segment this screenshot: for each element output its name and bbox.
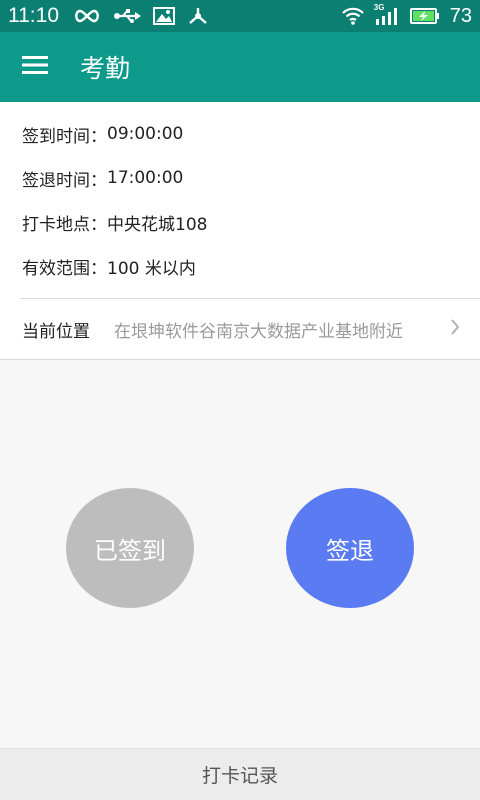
current-position-value: 在垠坤软件谷南京大数据产业基地附近 bbox=[114, 321, 403, 342]
battery-percent: 73 bbox=[449, 4, 472, 27]
current-position-label: 当前位置 bbox=[22, 321, 90, 342]
sign-out-button[interactable]: 签退 bbox=[286, 488, 414, 608]
wifi-icon bbox=[341, 7, 364, 25]
divider bbox=[0, 359, 480, 360]
clock-location-value: 中央花城108 bbox=[107, 214, 208, 235]
infinity-icon bbox=[73, 9, 101, 23]
status-system-icons: 3G 73 bbox=[341, 3, 472, 28]
valid-range-label: 有效范围： bbox=[22, 258, 107, 279]
sign-in-time-row: 签到时间： 09:00:00 bbox=[0, 112, 480, 156]
sign-in-time-value: 09:00:00 bbox=[107, 124, 184, 144]
chevron-right-icon bbox=[450, 318, 460, 341]
page-title: 考勤 bbox=[80, 54, 131, 83]
usb-icon bbox=[113, 8, 141, 24]
sign-out-time-row: 签退时间： 17:00:00 bbox=[0, 156, 480, 200]
valid-range-value: 100 米以内 bbox=[107, 258, 196, 279]
signal-3g-icon: 3G bbox=[373, 3, 400, 26]
clock-records-label: 打卡记录 bbox=[201, 765, 278, 787]
app-bar: 考勤 bbox=[0, 32, 480, 102]
clock-records-button[interactable]: 打卡记录 bbox=[0, 748, 480, 800]
battery-icon bbox=[409, 8, 440, 24]
hamburger-menu-icon bbox=[22, 55, 48, 79]
share-icon bbox=[187, 6, 209, 26]
status-bar: 11:10 3G 73 bbox=[0, 0, 480, 32]
sign-out-time-value: 17:00:00 bbox=[107, 168, 184, 188]
sign-out-button-label: 签退 bbox=[326, 536, 374, 565]
menu-button[interactable] bbox=[0, 32, 70, 102]
current-position-row[interactable]: 当前位置 在垠坤软件谷南京大数据产业基地附近 bbox=[0, 299, 480, 359]
image-icon bbox=[153, 7, 175, 25]
network-type-label: 3G bbox=[373, 3, 385, 12]
attendance-info-panel: 签到时间： 09:00:00 签退时间： 17:00:00 打卡地点： 中央花城… bbox=[0, 102, 480, 360]
clock-location-label: 打卡地点： bbox=[22, 214, 107, 235]
signed-in-button[interactable]: 已签到 bbox=[66, 488, 194, 608]
signed-in-button-label: 已签到 bbox=[94, 536, 166, 565]
valid-range-row: 有效范围： 100 米以内 bbox=[0, 244, 480, 288]
status-time: 11:10 bbox=[8, 4, 59, 27]
status-notification-icons bbox=[73, 6, 209, 26]
sign-in-time-label: 签到时间： bbox=[22, 126, 107, 147]
sign-out-time-label: 签退时间： bbox=[22, 170, 107, 191]
clock-location-row: 打卡地点： 中央花城108 bbox=[0, 200, 480, 244]
